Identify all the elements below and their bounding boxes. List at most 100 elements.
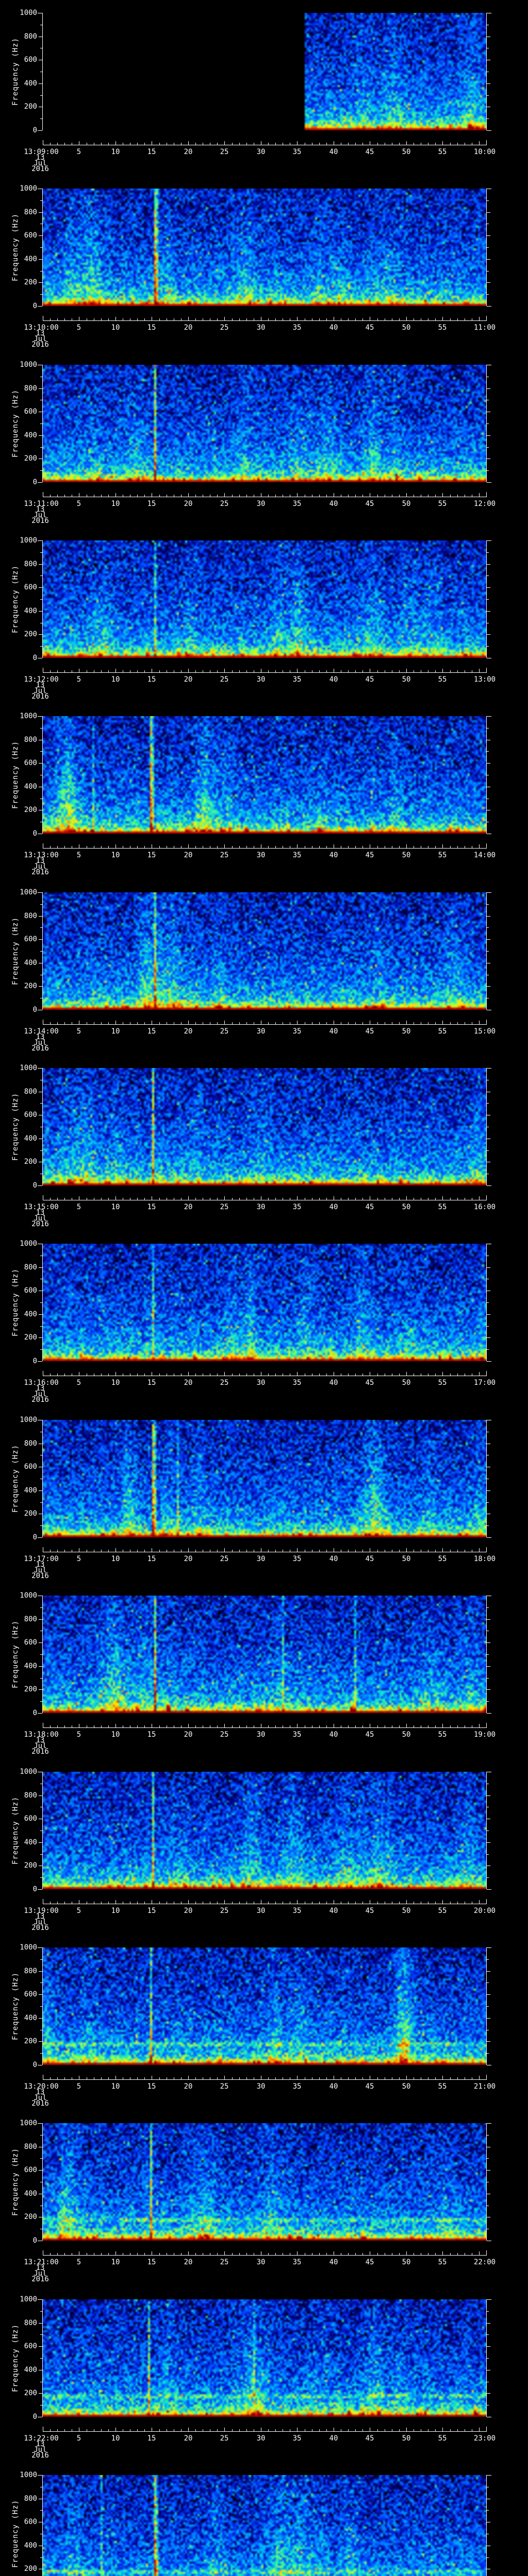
y-axis-line <box>42 1068 43 1185</box>
x-tick <box>442 1196 443 1200</box>
x-tick-label: 25 <box>220 675 229 684</box>
y-tick-right <box>487 986 490 987</box>
x-tick-label: 25 <box>220 851 229 859</box>
x-tick <box>144 846 145 848</box>
y-tick <box>39 259 42 260</box>
x-tick <box>435 1022 436 1024</box>
x-tick <box>435 495 436 497</box>
x-tick <box>457 1725 458 1727</box>
x-tick <box>224 1021 225 1024</box>
x-tick <box>377 1550 378 1552</box>
x-tick <box>224 1724 225 1727</box>
x-tick-label: 30 <box>256 1907 266 1915</box>
y-tick <box>40 2557 42 2558</box>
spectrogram-image <box>43 2123 486 2241</box>
y-tick-right <box>487 1267 490 1268</box>
x-tick <box>246 1902 247 1904</box>
x-tick <box>108 1198 109 1200</box>
y-axis-line <box>42 716 43 834</box>
y-axis-title: Frequency (Hz) <box>11 213 20 282</box>
y-axis-right-line <box>486 2475 487 2576</box>
x-axis-end-time: 11:00 <box>473 324 496 332</box>
x-tick <box>399 2253 400 2255</box>
x-tick <box>137 495 138 497</box>
x-tick <box>239 670 240 672</box>
x-tick <box>50 1374 51 1376</box>
y-tick-label: 800 <box>24 2143 37 2151</box>
x-tick <box>406 1900 407 1904</box>
x-tick <box>108 143 109 145</box>
x-tick <box>137 143 138 145</box>
x-tick <box>50 2429 51 2431</box>
x-tick <box>137 2077 138 2079</box>
x-tick <box>348 143 349 145</box>
x-axis-end-time: 21:00 <box>473 2082 496 2091</box>
x-tick-label: 45 <box>365 324 374 332</box>
x-tick <box>326 1374 327 1376</box>
y-tick-right <box>487 118 489 119</box>
x-tick <box>486 316 487 320</box>
spectrogram-panel: Frequency (Hz) 1000 800 600 400 200 0 13:18:00 5… <box>0 1583 528 1758</box>
x-tick <box>486 2075 487 2079</box>
x-tick <box>450 1022 451 1024</box>
y-tick-right <box>487 2334 489 2335</box>
x-tick <box>406 1021 407 1024</box>
x-tick <box>450 846 451 848</box>
y-tick-right <box>487 564 490 565</box>
x-tick <box>144 1902 145 1904</box>
x-axis-end-time: 14:00 <box>473 851 496 859</box>
x-tick-label: 30 <box>256 500 266 508</box>
x-tick-label: 55 <box>438 1379 447 1387</box>
y-tick <box>39 212 42 213</box>
y-tick-label: 200 <box>24 103 37 111</box>
x-tick <box>50 846 51 848</box>
x-tick <box>224 493 225 497</box>
x-tick <box>479 1021 480 1024</box>
x-tick <box>486 843 487 848</box>
y-tick <box>40 1854 42 1855</box>
x-tick-label: 15 <box>147 1907 156 1915</box>
x-tick <box>64 846 65 848</box>
x-tick <box>101 1550 102 1552</box>
spectrogram-image <box>43 2475 486 2576</box>
x-tick <box>355 318 356 320</box>
x-tick <box>275 1902 276 1904</box>
x-tick <box>435 2429 436 2431</box>
x-tick <box>159 846 160 848</box>
x-tick <box>362 1550 363 1552</box>
y-tick-right <box>487 646 489 647</box>
y-tick <box>40 118 42 119</box>
y-tick-right <box>487 2135 489 2136</box>
x-tick <box>275 2429 276 2431</box>
x-tick-label: 55 <box>438 324 447 332</box>
x-tick <box>442 1021 443 1024</box>
x-tick <box>181 2077 182 2079</box>
x-tick <box>355 846 356 848</box>
y-tick <box>39 1689 42 1690</box>
x-tick <box>57 2253 58 2255</box>
y-tick-right <box>487 1185 491 1186</box>
y-tick <box>39 2041 42 2042</box>
x-tick <box>442 317 443 320</box>
y-tick-right <box>487 1103 489 1104</box>
y-tick-label: 1000 <box>20 1943 37 1952</box>
x-tick <box>64 2429 65 2431</box>
y-tick-right <box>487 2158 489 2159</box>
x-tick-label: 30 <box>256 675 266 684</box>
x-tick <box>377 2429 378 2431</box>
y-tick-label: 200 <box>24 982 37 990</box>
x-tick <box>144 1198 145 1200</box>
x-tick <box>224 317 225 320</box>
x-tick <box>108 1374 109 1376</box>
y-tick <box>39 611 42 612</box>
x-tick <box>399 1374 400 1376</box>
x-tick <box>137 1902 138 1904</box>
x-tick <box>450 670 451 672</box>
x-axis-end-time: 23:00 <box>473 2434 496 2443</box>
y-tick-right <box>487 1971 490 1972</box>
y-tick <box>39 1795 42 1796</box>
x-tick <box>486 1020 487 1024</box>
x-tick <box>268 1022 269 1024</box>
x-tick-label: 20 <box>184 675 193 684</box>
y-tick-right <box>487 1889 491 1890</box>
